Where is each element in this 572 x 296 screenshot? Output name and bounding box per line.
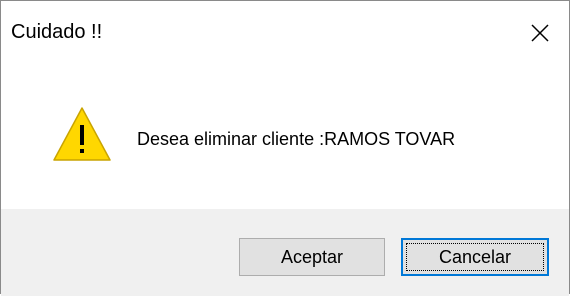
button-bar: Aceptar Cancelar	[1, 209, 569, 296]
cancel-button[interactable]: Cancelar	[401, 238, 549, 276]
message-dialog: Cuidado !! Desea eliminar cliente :RAMOS…	[0, 0, 570, 296]
warning-icon	[53, 107, 111, 161]
confirmation-message: Desea eliminar cliente :RAMOS TOVAR	[137, 129, 456, 149]
title-bar: Cuidado !!	[1, 1, 569, 65]
cancel-button-label: Cancelar	[406, 243, 544, 271]
dialog-title: Cuidado !!	[11, 21, 103, 43]
dialog-content: Desea eliminar cliente :RAMOS TOVAR	[1, 65, 569, 209]
close-icon	[531, 24, 549, 42]
close-button[interactable]	[511, 1, 569, 65]
accept-button[interactable]: Aceptar	[239, 238, 385, 276]
